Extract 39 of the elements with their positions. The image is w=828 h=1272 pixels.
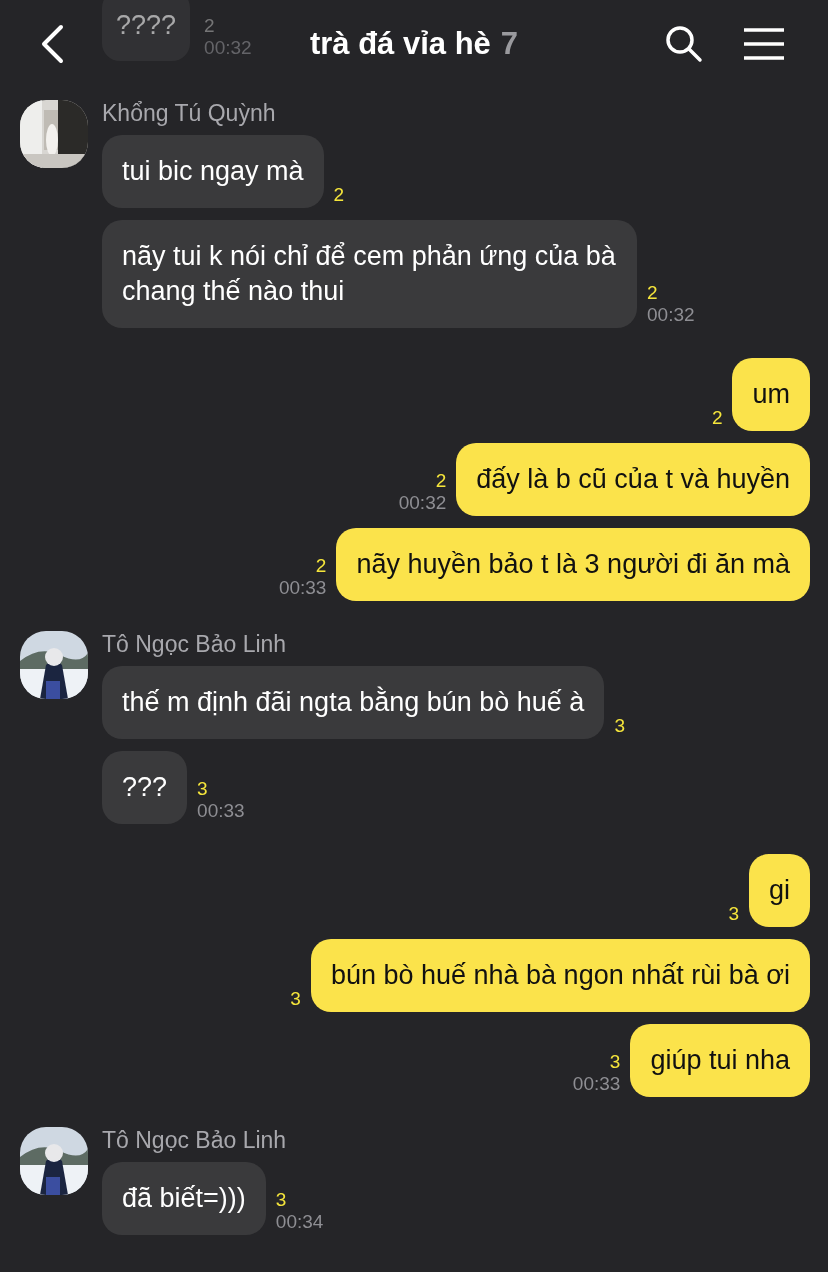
sender-name: Tô Ngọc Bảo Linh <box>102 631 287 658</box>
received-message-bubble: ???? <box>102 0 191 61</box>
search-icon <box>665 25 703 63</box>
message-time: 00:33 <box>572 1073 621 1095</box>
unread-count: 2 <box>647 282 658 304</box>
message-time: 00:32 <box>398 492 447 514</box>
sender-name: Tô Ngọc Bảo Linh <box>102 1127 287 1154</box>
sent-message-bubble: nãy huyền bảo t là 3 người đi ăn mà <box>336 528 810 601</box>
sent-message-bubble: bún bò huế nhà bà ngon nhất rùi bà ơi <box>310 939 810 1012</box>
unread-count: 2 <box>435 470 447 492</box>
unread-count: 2 <box>204 15 215 37</box>
message-time: 00:33 <box>197 800 245 822</box>
sender-name: Khổng Tú Quỳnh <box>102 100 276 127</box>
message-time: 00:34 <box>275 1211 324 1233</box>
unread-count: 2 <box>711 407 723 429</box>
sent-message-bubble: gi <box>749 854 810 927</box>
received-message-bubble: thế m định đãi ngta bằng bún bò huế à <box>102 666 605 739</box>
menu-icon <box>743 28 785 60</box>
chat-title: trà đá vỉa hè <box>309 26 491 62</box>
received-message-bubble: ??? <box>102 751 188 824</box>
unread-count: 2 <box>333 184 345 206</box>
unread-count: 3 <box>275 1189 287 1211</box>
message-time: 00:32 <box>204 37 252 59</box>
unread-count: 3 <box>290 988 301 1010</box>
received-message-bubble: tui bic ngay mà <box>102 135 324 208</box>
back-icon <box>39 24 65 64</box>
unread-count: 2 <box>315 555 327 577</box>
unread-count: 3 <box>609 1051 621 1073</box>
message-time: 00:33 <box>278 577 327 599</box>
unread-count: 3 <box>728 903 739 925</box>
sent-message-bubble: um <box>732 358 810 431</box>
sent-message-bubble: đấy là b cũ của t và huyền <box>456 443 810 516</box>
unread-count: 3 <box>614 715 625 737</box>
message-time: 00:32 <box>647 304 695 326</box>
received-message-bubble: nãy tui k nói chỉ để cem phản ứng của bà chang thế nào thui <box>102 220 637 328</box>
received-message-bubble: đã biết=))) <box>102 1162 266 1235</box>
member-count: 7 <box>500 26 519 62</box>
unread-count: 3 <box>197 778 208 800</box>
sent-message-bubble: giúp tui nha <box>630 1024 810 1097</box>
